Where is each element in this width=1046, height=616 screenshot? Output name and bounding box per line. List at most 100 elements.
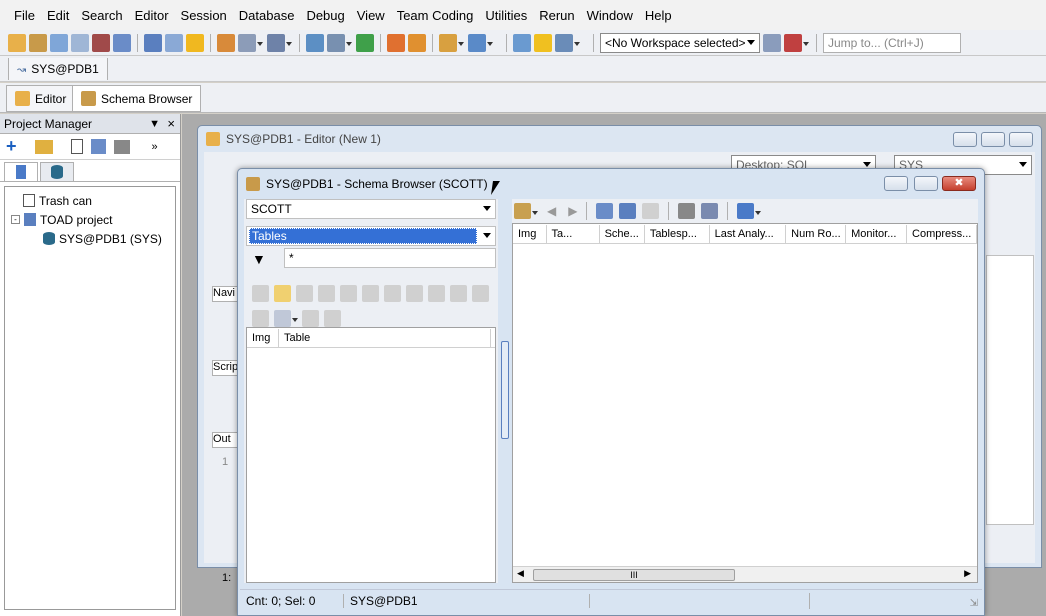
open-folder-icon[interactable]	[34, 139, 53, 154]
back-icon[interactable]: ◀	[547, 204, 556, 218]
new-file-icon[interactable]	[70, 139, 83, 154]
help-search-icon[interactable]	[555, 33, 580, 52]
close-icon[interactable]: ×	[167, 116, 175, 131]
details-tools-icon[interactable]	[514, 203, 538, 219]
minimize-button[interactable]	[884, 176, 908, 191]
compile-object-icon[interactable]	[406, 285, 423, 302]
scrollbar-thumb[interactable]: III	[533, 569, 735, 581]
minimize-button[interactable]	[953, 132, 977, 147]
sql-object-icon[interactable]	[340, 285, 357, 302]
column-header-img[interactable]: Img	[247, 328, 279, 347]
scroll-right-icon[interactable]: ▶	[964, 568, 971, 579]
detail-column-header[interactable]: Num Ro...	[786, 224, 847, 243]
grant-object-icon[interactable]	[252, 309, 269, 327]
import-icon[interactable]	[387, 33, 405, 52]
calculator-icon[interactable]	[428, 285, 445, 302]
column-header-table[interactable]: Table	[279, 328, 491, 347]
detail-column-header[interactable]: Last Analy...	[710, 224, 787, 243]
refresh-object-icon[interactable]	[252, 285, 269, 302]
hammer-icon[interactable]	[324, 309, 341, 327]
close-button[interactable]: ✖	[942, 176, 976, 191]
menu-item-session[interactable]: Session	[175, 8, 233, 23]
collapse-icon[interactable]: -	[11, 215, 20, 224]
create-object-icon[interactable]	[274, 285, 291, 302]
pane-splitter[interactable]	[501, 341, 509, 439]
more-icon[interactable]: »	[152, 141, 158, 153]
refresh-all-icon[interactable]	[619, 203, 637, 219]
layout-icon[interactable]	[238, 33, 263, 52]
tree-item-trash[interactable]: Trash can	[11, 191, 169, 210]
menu-item-utilities[interactable]: Utilities	[479, 8, 533, 23]
go-icon[interactable]	[356, 33, 374, 52]
tree-item-project[interactable]: - TOAD project	[11, 210, 169, 229]
menu-item-rerun[interactable]: Rerun	[533, 8, 580, 23]
menu-item-search[interactable]: Search	[75, 8, 128, 23]
export-icon[interactable]	[408, 33, 426, 52]
menu-item-debug[interactable]: Debug	[300, 8, 350, 23]
tools-icon[interactable]	[267, 33, 292, 52]
project-tab[interactable]	[4, 162, 38, 182]
workspace-select[interactable]: <No Workspace selected>	[600, 32, 760, 53]
drop-object-icon[interactable]	[384, 285, 401, 302]
edit-icon[interactable]	[90, 139, 106, 154]
database-icon[interactable]	[306, 33, 324, 52]
bell-icon[interactable]	[534, 33, 552, 52]
menu-item-edit[interactable]: Edit	[41, 8, 75, 23]
scroll-left-icon[interactable]: ◀	[517, 568, 524, 579]
tools-object-icon[interactable]	[472, 285, 489, 302]
session-icon[interactable]	[217, 33, 235, 52]
maximize-button[interactable]	[981, 132, 1005, 147]
detail-column-header[interactable]: Monitor...	[846, 224, 908, 243]
menu-item-file[interactable]: File	[8, 8, 41, 23]
menu-item-team-coding[interactable]: Team Coding	[391, 8, 480, 23]
rename-object-icon[interactable]	[450, 285, 467, 302]
monitor-icon[interactable]	[165, 33, 183, 52]
panel-icon[interactable]	[144, 33, 162, 52]
details-filter-icon[interactable]	[678, 203, 696, 219]
detail-column-header[interactable]: Sche...	[600, 224, 645, 243]
maximize-button[interactable]	[914, 176, 938, 191]
sync-icon[interactable]	[468, 33, 493, 52]
detail-column-header[interactable]: Ta...	[547, 224, 600, 243]
menu-item-window[interactable]: Window	[581, 8, 639, 23]
pin-icon[interactable]: ▼	[149, 118, 160, 130]
tree-item-connection[interactable]: SYS@PDB1 (SYS)	[11, 229, 169, 248]
columns-icon[interactable]	[701, 203, 719, 219]
close-button[interactable]	[1009, 132, 1033, 147]
filter-icon[interactable]: ▼	[252, 251, 266, 267]
menu-item-editor[interactable]: Editor	[129, 8, 175, 23]
tab-editor[interactable]: Editor	[6, 85, 76, 112]
script-object-icon[interactable]	[362, 285, 379, 302]
new-editor-icon[interactable]	[8, 33, 26, 52]
report-icon[interactable]	[71, 33, 89, 52]
copy-object-icon[interactable]	[296, 285, 313, 302]
detail-column-header[interactable]: Tablesp...	[645, 224, 710, 243]
grid-icon[interactable]	[50, 33, 68, 52]
export-object-icon[interactable]	[302, 309, 319, 327]
tab-schema-browser[interactable]: Schema Browser	[72, 85, 202, 112]
refresh-icon[interactable]	[596, 203, 614, 219]
sql-icon[interactable]	[92, 33, 110, 52]
workspace-clear-icon[interactable]	[784, 33, 809, 52]
editor-title-bar[interactable]: SYS@PDB1 - Editor (New 1)	[198, 126, 1041, 152]
add-icon[interactable]: +	[6, 136, 17, 157]
object-type-select[interactable]: Tables	[246, 226, 496, 246]
schema-browser-title-bar[interactable]: SYS@PDB1 - Schema Browser (SCOTT)	[238, 169, 984, 199]
detail-column-header[interactable]: Compress...	[907, 224, 978, 243]
compare-icon[interactable]	[439, 33, 464, 52]
window-icon[interactable]	[113, 33, 131, 52]
forward-icon[interactable]: ▶	[568, 204, 577, 218]
schema-browser-icon[interactable]	[29, 33, 47, 52]
print-icon[interactable]	[113, 139, 130, 154]
connection-tab[interactable]: ↝ SYS@PDB1	[8, 58, 108, 80]
filter-list-icon[interactable]	[274, 309, 298, 327]
edit-object-icon[interactable]	[318, 285, 335, 302]
schema-select[interactable]: SCOTT	[246, 199, 496, 219]
refresh-disabled-icon[interactable]	[642, 203, 660, 219]
filter-input[interactable]: *	[284, 248, 496, 268]
lightning-icon[interactable]	[186, 33, 204, 52]
size-grip-icon[interactable]: ⇲	[970, 598, 978, 609]
menu-item-help[interactable]: Help	[639, 8, 678, 23]
view-icon[interactable]	[737, 203, 762, 219]
plsql-icon[interactable]	[327, 33, 352, 52]
